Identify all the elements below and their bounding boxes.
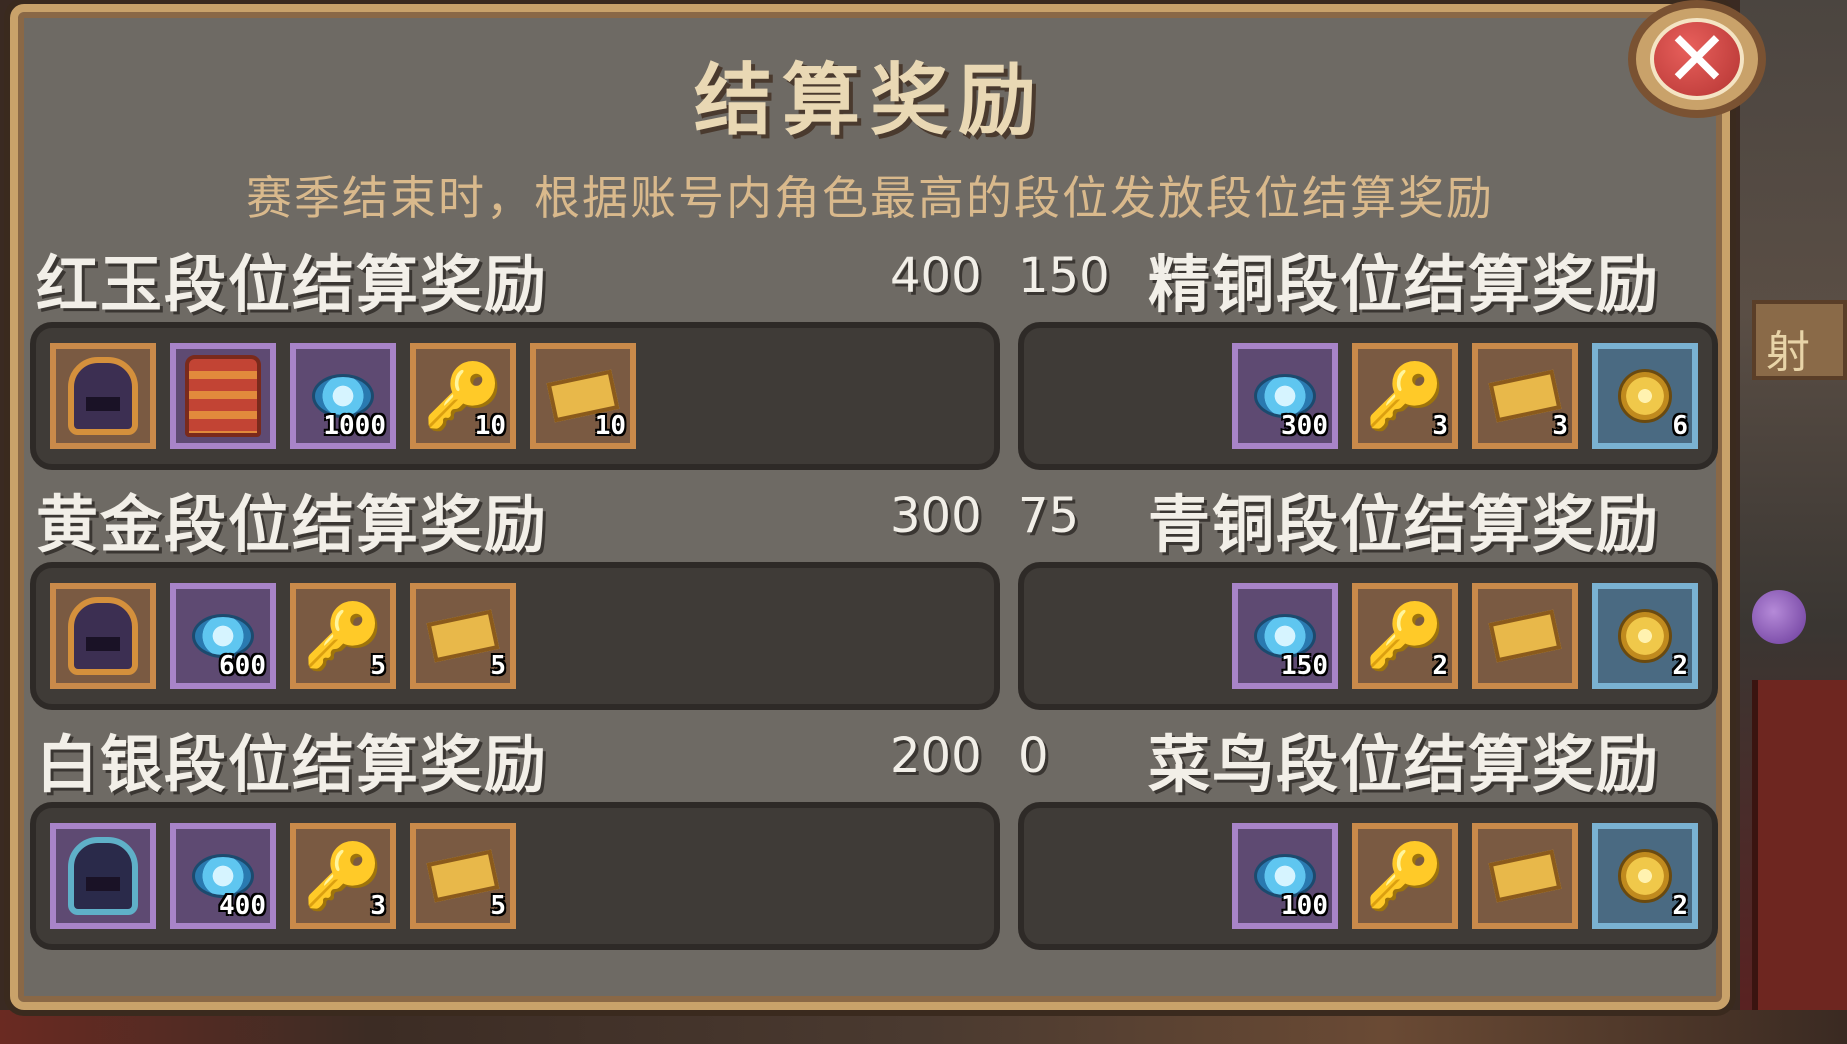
tier-score-ruby: 400 [890,248,982,304]
reward-item-slot[interactable]: 2 [1592,823,1698,929]
background-orb [1752,590,1806,644]
reward-item-count: 2 [1672,651,1688,681]
tier-title-bronze: 青铜段位结算奖励 [1148,488,1661,561]
reward-strip-refined-bronze: 300 🔑 3 3 6 [1018,322,1718,470]
reward-strip-bronze: 150 🔑 2 2 [1018,562,1718,710]
reward-item-count: 6 [1672,411,1688,441]
close-button[interactable]: ✕ [1628,0,1766,118]
reward-item-count: 1000 [323,411,386,441]
reward-item-slot[interactable] [1472,583,1578,689]
reward-item-count: 2 [1672,891,1688,921]
reward-item-slot[interactable]: 3 [1472,343,1578,449]
tier-title-silver: 白银段位结算奖励 [36,728,549,801]
reward-item-slot[interactable]: 🔑 2 [1352,583,1458,689]
ticket-icon [1488,609,1562,663]
background-sign-text: 射 [1766,327,1810,378]
tier-score-bronze: 75 [1018,488,1080,544]
reward-item-count: 5 [370,651,386,681]
settlement-reward-panel: 结算奖励 赛季结束时，根据账号内角色最高的段位发放段位结算奖励 红玉段位结算奖励… [10,4,1730,1010]
reward-item-count: 150 [1281,651,1328,681]
reward-item-slot[interactable]: 100 [1232,823,1338,929]
reward-item-count: 3 [1552,411,1568,441]
panel-title: 结算奖励 [693,56,1046,146]
tier-score-rookie: 0 [1018,728,1049,784]
reward-item-slot[interactable]: 10 [530,343,636,449]
tier-score-gold: 300 [890,488,982,544]
panel-subtitle: 赛季结束时，根据账号内角色最高的段位发放段位结算奖励 [246,171,1494,225]
tier-title-refined-bronze: 精铜段位结算奖励 [1148,248,1661,321]
reward-item-slot[interactable] [50,583,156,689]
reward-item-slot[interactable]: 2 [1592,583,1698,689]
reward-item-count: 100 [1281,891,1328,921]
background-floor [0,1010,1847,1044]
reward-item-slot[interactable]: 🔑 10 [410,343,516,449]
reward-item-count: 2 [1432,651,1448,681]
reward-item-slot[interactable]: 🔑 5 [290,583,396,689]
ticket-icon [546,369,620,423]
reward-item-slot[interactable] [50,823,156,929]
tier-score-refined-bronze: 150 [1018,248,1110,304]
reward-item-slot[interactable]: 5 [410,823,516,929]
reward-item-count: 300 [1281,411,1328,441]
ticket-icon [426,609,500,663]
reward-strip-silver: 400 🔑 3 5 [30,802,1000,950]
reward-item-slot[interactable]: 1000 [290,343,396,449]
reward-item-count: 3 [370,891,386,921]
helmet-icon [68,357,138,435]
ticket-icon [1488,369,1562,423]
helmet-silver-icon [68,837,138,915]
close-icon[interactable]: ✕ [1650,18,1744,100]
reward-item-count: 400 [219,891,266,921]
reward-item-count: 5 [490,651,506,681]
armor-icon [185,355,261,437]
reward-item-slot[interactable]: 300 [1232,343,1338,449]
coin-icon [1618,369,1672,423]
reward-item-slot[interactable]: 🔑 3 [290,823,396,929]
tier-title-ruby: 红玉段位结算奖励 [36,248,549,321]
reward-item-slot[interactable]: 400 [170,823,276,929]
reward-item-slot[interactable]: 6 [1592,343,1698,449]
coin-icon [1618,609,1672,663]
reward-item-slot[interactable] [1472,823,1578,929]
reward-item-slot[interactable]: 5 [410,583,516,689]
reward-item-count: 10 [594,411,626,441]
background-sign: 射 [1752,300,1847,380]
reward-strip-ruby: 1000 🔑 10 10 [30,322,1000,470]
ticket-icon [426,849,500,903]
reward-item-slot[interactable]: 🔑 3 [1352,343,1458,449]
reward-strip-rookie: 100 🔑 2 [1018,802,1718,950]
tier-title-rookie: 菜鸟段位结算奖励 [1148,728,1661,801]
reward-item-slot[interactable] [170,343,276,449]
ticket-icon [1488,849,1562,903]
reward-strip-gold: 600 🔑 5 5 [30,562,1000,710]
key-icon: 🔑 [1365,839,1445,914]
reward-item-count: 600 [219,651,266,681]
reward-item-count: 3 [1432,411,1448,441]
reward-item-slot[interactable]: 600 [170,583,276,689]
background-door [1752,680,1847,1044]
tier-score-silver: 200 [890,728,982,784]
reward-item-count: 10 [474,411,506,441]
reward-item-slot[interactable]: 150 [1232,583,1338,689]
tier-title-gold: 黄金段位结算奖励 [36,488,549,561]
coin-icon [1618,849,1672,903]
reward-item-slot[interactable]: 🔑 [1352,823,1458,929]
reward-item-count: 5 [490,891,506,921]
reward-item-slot[interactable] [50,343,156,449]
helmet-icon [68,597,138,675]
